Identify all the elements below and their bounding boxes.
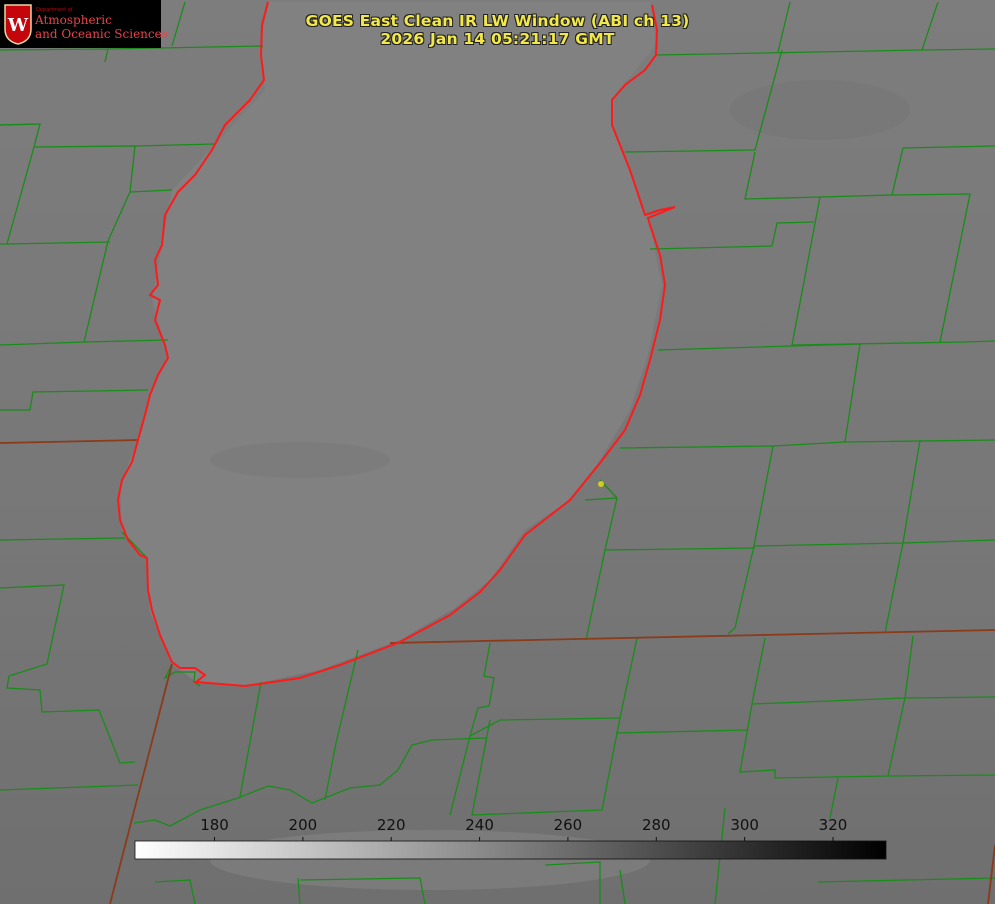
logo-line1: Atmospheric xyxy=(35,13,112,27)
crest-icon: W xyxy=(4,4,32,45)
colorbar-gradient xyxy=(134,840,887,860)
colorbar-tick-label: 300 xyxy=(730,816,759,834)
colorbar-tick-label: 180 xyxy=(200,816,229,834)
colorbar-tick-label: 280 xyxy=(642,816,671,834)
colorbar-tick-label: 200 xyxy=(289,816,318,834)
cloud-smudge xyxy=(730,80,910,140)
colorbar-tick-label: 320 xyxy=(819,816,848,834)
logo-line2: and Oceanic Sciences xyxy=(35,27,168,41)
crest-letter: W xyxy=(7,15,29,36)
satellite-image-frame: 180 200 220 240 260 280 300 320 GOES East Clean… xyxy=(0,0,995,904)
ir-satellite-map: 180 200 220 240 260 280 300 320 xyxy=(0,0,995,904)
colorbar-tick-label: 220 xyxy=(377,816,406,834)
colorbar-tick-label: 260 xyxy=(554,816,583,834)
colorbar-tick-label: 240 xyxy=(465,816,494,834)
station-marker xyxy=(598,481,604,487)
aos-logo[interactable]: W Department of Atmospheric and Oceanic … xyxy=(0,0,168,48)
cloud-smudge xyxy=(210,830,650,890)
cloud-smudge xyxy=(210,442,390,478)
